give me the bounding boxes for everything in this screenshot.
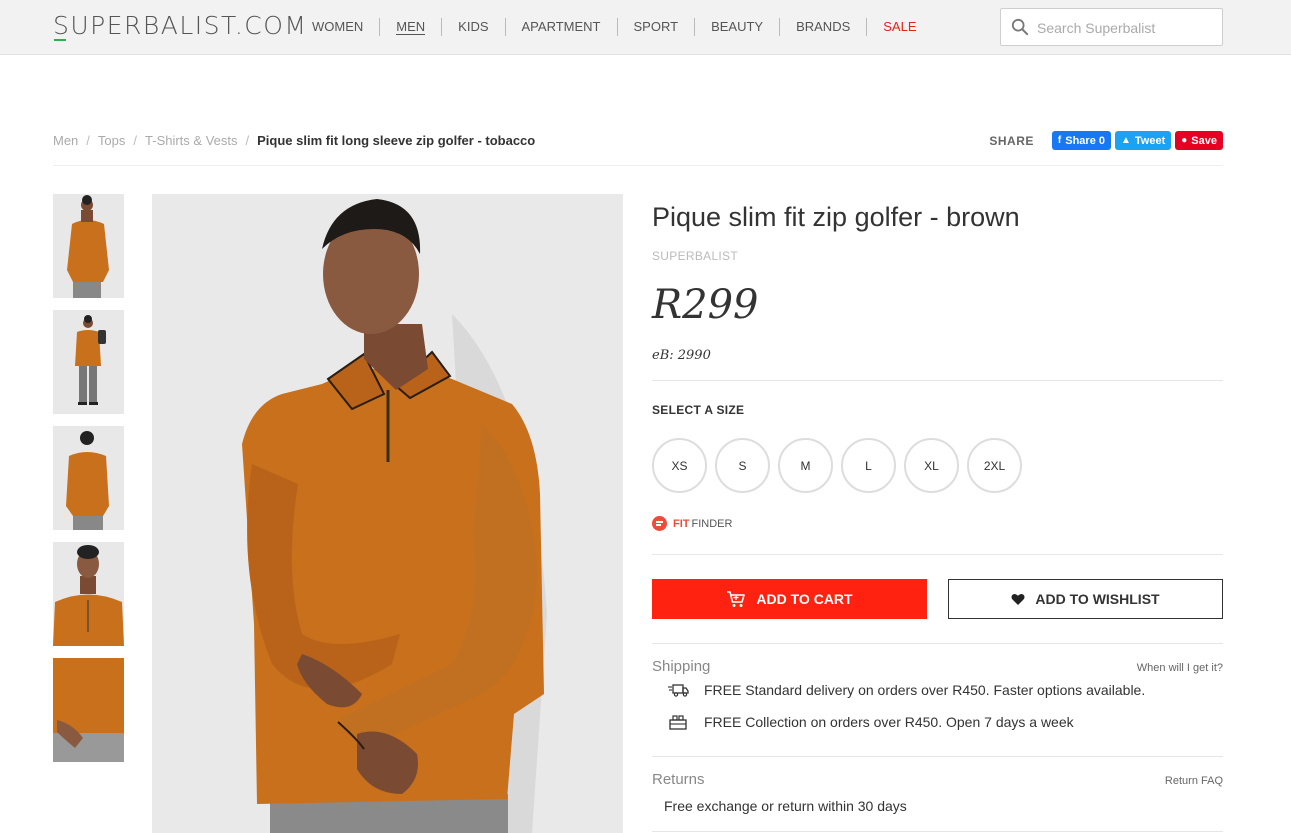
breadcrumb-current: Pique slim fit long sleeve zip golfer - … [257,133,536,148]
thumbnail-3[interactable] [53,426,124,530]
add-to-wishlist-label: ADD TO WISHLIST [1035,591,1160,607]
divider [652,643,1223,644]
pinterest-save-button[interactable]: ● Save [1175,131,1223,150]
add-to-wishlist-button[interactable]: ADD TO WISHLIST [948,579,1223,619]
breadcrumb-separator: / [133,133,138,148]
shipping-delivery-row: FREE Standard delivery on orders over R4… [668,682,1145,698]
shipping-title: Shipping [652,658,711,675]
thumbnail-image-detail [53,658,124,762]
product-price: R299 [652,282,759,328]
fit-finder-brand: FIT [673,517,690,530]
main-nav: WOMEN MEN KIDS APARTMENT SPORT BEAUTY BR… [296,18,933,36]
size-selector-label: SELECT A SIZE [652,403,745,417]
nav-item-brands[interactable]: BRANDS [780,18,868,36]
thumbnail-image-back [53,426,124,530]
breadcrumb-divider [53,165,1223,166]
site-header: SUPERBALIST.COM WOMEN MEN KIDS APARTMENT… [0,0,1291,55]
product-photo [152,194,623,833]
nav-item-sport[interactable]: SPORT [618,18,696,36]
twitter-tweet-label: Tweet [1134,134,1166,147]
breadcrumb-separator: / [245,133,250,148]
breadcrumb-tops[interactable]: Tops [98,133,125,148]
twitter-tweet-button[interactable]: ▲ Tweet [1114,131,1172,150]
main-product-image[interactable] [152,194,623,833]
nav-item-apartment[interactable]: APARTMENT [506,18,618,36]
ebucks-value: eB: 2990 [652,348,711,363]
size-option-s[interactable]: S [715,438,770,493]
return-faq-link[interactable]: Return FAQ [1165,775,1223,787]
returns-policy-text: Free exchange or return within 30 days [664,798,907,814]
shipping-delivery-text: FREE Standard delivery on orders over R4… [704,682,1146,698]
fit-finder-link[interactable]: FIT FINDER [652,516,732,531]
thumbnail-2[interactable] [53,310,124,414]
share-bar: SHARE f Share 0 ▲ Tweet ● Save [989,131,1223,150]
shipping-collection-row: FREE Collection on orders over R450. Ope… [668,714,1074,730]
share-label: SHARE [989,133,1034,148]
pinterest-icon: ● [1181,135,1188,146]
add-to-cart-button[interactable]: ADD TO CART [652,579,927,619]
nav-item-beauty[interactable]: BEAUTY [695,18,781,36]
thumbnail-image-closeup [53,542,124,646]
thumbnail-4[interactable] [53,542,124,646]
logo-accent [54,39,66,41]
size-option-2xl[interactable]: 2XL [967,438,1022,493]
add-to-cart-label: ADD TO CART [756,591,853,607]
returns-title: Returns [652,771,705,788]
cart-icon [726,590,746,608]
nav-item-women[interactable]: WOMEN [296,18,381,36]
twitter-icon: ▲ [1120,135,1131,146]
size-option-xs[interactable]: XS [652,438,707,493]
facebook-share-button[interactable]: f Share 0 [1051,131,1111,150]
thumbnail-5[interactable] [53,658,124,762]
product-brand[interactable]: SUPERBALIST [652,249,738,263]
heart-icon [1011,593,1025,606]
search-icon[interactable] [1011,18,1029,36]
site-logo[interactable]: SUPERBALIST.COM [53,11,308,40]
breadcrumb-men[interactable]: Men [53,133,78,148]
thumbnail-image-front [53,194,124,298]
divider [652,831,1223,832]
pinterest-save-label: Save [1191,134,1217,147]
facebook-icon: f [1057,135,1062,146]
thumbnail-image-full-body [53,310,124,414]
when-will-i-get-it-link[interactable]: When will I get it? [1137,662,1223,674]
fit-finder-icon [652,516,667,531]
delivery-truck-icon [668,683,690,697]
facebook-share-label: Share 0 [1065,134,1105,147]
size-option-xl[interactable]: XL [904,438,959,493]
size-option-m[interactable]: M [778,438,833,493]
divider [652,554,1223,555]
fit-finder-label: FINDER [691,517,733,530]
divider [652,756,1223,757]
collection-store-icon [668,714,690,730]
size-option-l[interactable]: L [841,438,896,493]
nav-item-sale[interactable]: SALE [867,18,932,36]
thumbnail-1[interactable] [53,194,124,298]
thumbnail-gallery [53,194,124,774]
search-box [1000,8,1223,46]
breadcrumb-separator: / [86,133,90,148]
nav-item-kids[interactable]: KIDS [442,18,506,36]
nav-item-men[interactable]: MEN [380,18,443,36]
size-selector: XS S M L XL 2XL [652,438,1030,493]
search-input[interactable] [1037,18,1217,38]
product-title: Pique slim fit zip golfer - brown [652,202,1020,232]
breadcrumb-tshirts-vests[interactable]: T-Shirts & Vests [145,133,237,148]
divider [652,380,1223,381]
breadcrumb: Men / Tops / T-Shirts & Vests / Pique sl… [53,133,535,148]
shipping-collection-text: FREE Collection on orders over R450. Ope… [704,714,1074,730]
